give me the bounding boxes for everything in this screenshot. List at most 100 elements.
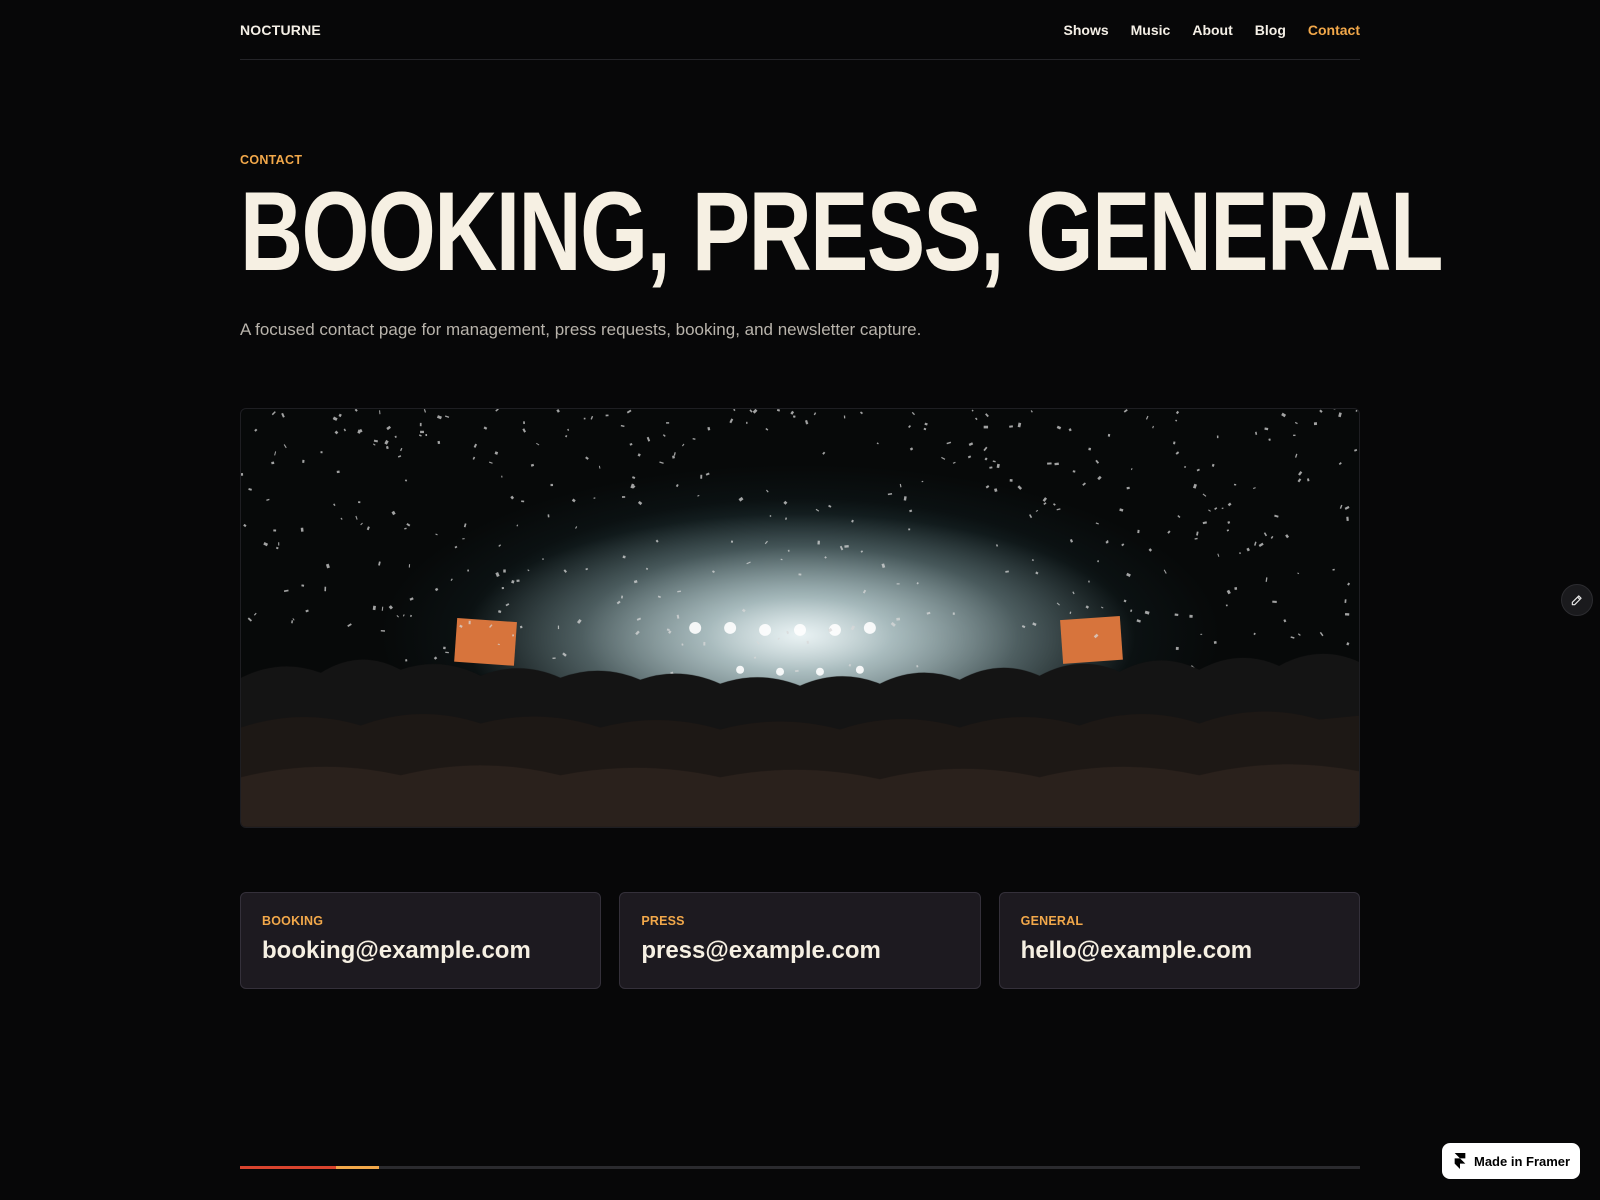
page-subtitle: A focused contact page for management, p… <box>240 320 922 339</box>
confetti-piece <box>605 414 609 417</box>
confetti-piece <box>1054 462 1059 466</box>
confetti-piece <box>1355 409 1358 412</box>
nav-shows[interactable]: Shows <box>1064 22 1109 38</box>
confetti-piece <box>420 430 424 434</box>
confetti-piece <box>1174 613 1179 617</box>
confetti-piece <box>542 558 544 560</box>
confetti-piece <box>302 459 305 463</box>
confetti-piece <box>503 569 506 573</box>
confetti-piece <box>547 514 550 518</box>
confetti-piece <box>1105 541 1109 544</box>
nav-contact[interactable]: Contact <box>1308 22 1360 38</box>
confetti-piece <box>336 470 340 474</box>
confetti-piece <box>380 629 386 632</box>
confetti-piece <box>746 421 748 424</box>
confetti-piece <box>666 422 670 424</box>
confetti-piece <box>557 625 560 630</box>
confetti-piece <box>896 617 901 621</box>
confetti-piece <box>1225 604 1228 607</box>
confetti-piece <box>241 472 244 476</box>
edit-button[interactable] <box>1561 584 1593 616</box>
confetti-piece <box>896 583 900 585</box>
confetti-piece <box>1189 614 1193 618</box>
confetti-piece <box>501 587 504 590</box>
confetti-piece <box>795 669 799 673</box>
card-label: BOOKING <box>262 914 324 928</box>
confetti-piece <box>769 515 772 517</box>
confetti-piece <box>1272 600 1277 603</box>
site-header: NOCTURNE Shows Music About Blog Contact <box>240 0 1360 60</box>
section-eyebrow: CONTACT <box>240 153 303 167</box>
nav-music[interactable]: Music <box>1131 22 1171 38</box>
confetti-piece <box>1107 433 1111 437</box>
confetti-piece <box>278 542 280 546</box>
framer-logo-icon <box>1454 1153 1466 1169</box>
concert-illustration <box>241 409 1359 827</box>
confetti-piece <box>1216 435 1219 439</box>
confetti-piece <box>817 540 820 545</box>
confetti-piece <box>521 500 525 503</box>
progress-segment-red <box>240 1166 336 1169</box>
confetti-piece <box>672 455 675 459</box>
confetti-piece <box>844 544 849 548</box>
confetti-piece <box>1213 640 1217 644</box>
confetti-piece <box>1346 516 1349 521</box>
confetti-piece <box>1175 646 1179 650</box>
confetti-piece <box>583 417 586 420</box>
confetti-piece <box>1088 580 1090 583</box>
confetti-piece <box>1009 479 1013 482</box>
card-email[interactable]: hello@example.com <box>1021 937 1338 965</box>
main-nav: Shows Music About Blog Contact <box>1064 22 1360 38</box>
confetti-piece <box>703 641 706 646</box>
badge-label: Made in Framer <box>1474 1153 1571 1169</box>
contact-card-press[interactable]: PRESS press@example.com <box>619 892 981 989</box>
confetti-piece <box>908 528 911 531</box>
card-label: PRESS <box>641 914 685 928</box>
confetti-piece <box>523 421 525 424</box>
confetti-piece <box>621 496 626 498</box>
confetti-piece <box>1313 422 1318 426</box>
confetti-piece <box>1239 552 1241 555</box>
card-email[interactable]: booking@example.com <box>262 937 579 965</box>
made-in-framer-badge[interactable]: Made in Framer <box>1442 1143 1580 1179</box>
confetti-piece <box>300 527 304 532</box>
confetti-piece <box>806 640 809 644</box>
confetti-piece <box>273 529 277 532</box>
confetti-piece <box>700 474 703 479</box>
confetti-piece <box>983 425 989 429</box>
confetti-piece <box>419 422 422 427</box>
page: NOCTURNE Shows Music About Blog Contact … <box>0 0 1600 1200</box>
contact-card-general[interactable]: GENERAL hello@example.com <box>998 892 1360 989</box>
card-email[interactable]: press@example.com <box>641 937 958 965</box>
confetti-piece <box>1047 462 1052 465</box>
brand-logo[interactable]: NOCTURNE <box>240 22 321 38</box>
page-title: BOOKING, PRESS, GENERAL <box>240 169 1443 294</box>
confetti-piece <box>1200 633 1203 635</box>
confetti-piece <box>1137 529 1140 534</box>
confetti-piece <box>552 657 556 660</box>
confetti-piece <box>1293 434 1296 437</box>
confetti-piece <box>952 612 955 615</box>
confetti-piece <box>798 573 802 576</box>
nav-about[interactable]: About <box>1192 22 1232 38</box>
nav-blog[interactable]: Blog <box>1255 22 1286 38</box>
confetti-piece <box>1126 486 1130 490</box>
contact-cards: BOOKING booking@example.com PRESS press@… <box>240 892 1360 989</box>
scroll-progress-bar <box>240 1166 1360 1169</box>
confetti-piece <box>425 433 428 437</box>
confetti-piece <box>1234 587 1238 590</box>
confetti-piece <box>301 584 305 587</box>
confetti-piece <box>271 461 275 465</box>
confetti-piece <box>843 415 846 419</box>
pencil-icon <box>1571 595 1582 606</box>
confetti-piece <box>730 540 734 543</box>
confetti-piece <box>1344 613 1350 616</box>
progress-segment-amber <box>335 1166 379 1169</box>
confetti-piece <box>468 620 471 625</box>
confetti-piece <box>324 586 327 592</box>
confetti-piece <box>437 440 441 445</box>
contact-card-booking[interactable]: BOOKING booking@example.com <box>240 892 602 989</box>
confetti-piece <box>408 564 411 568</box>
confetti-piece <box>443 646 446 650</box>
confetti-piece <box>405 659 408 662</box>
